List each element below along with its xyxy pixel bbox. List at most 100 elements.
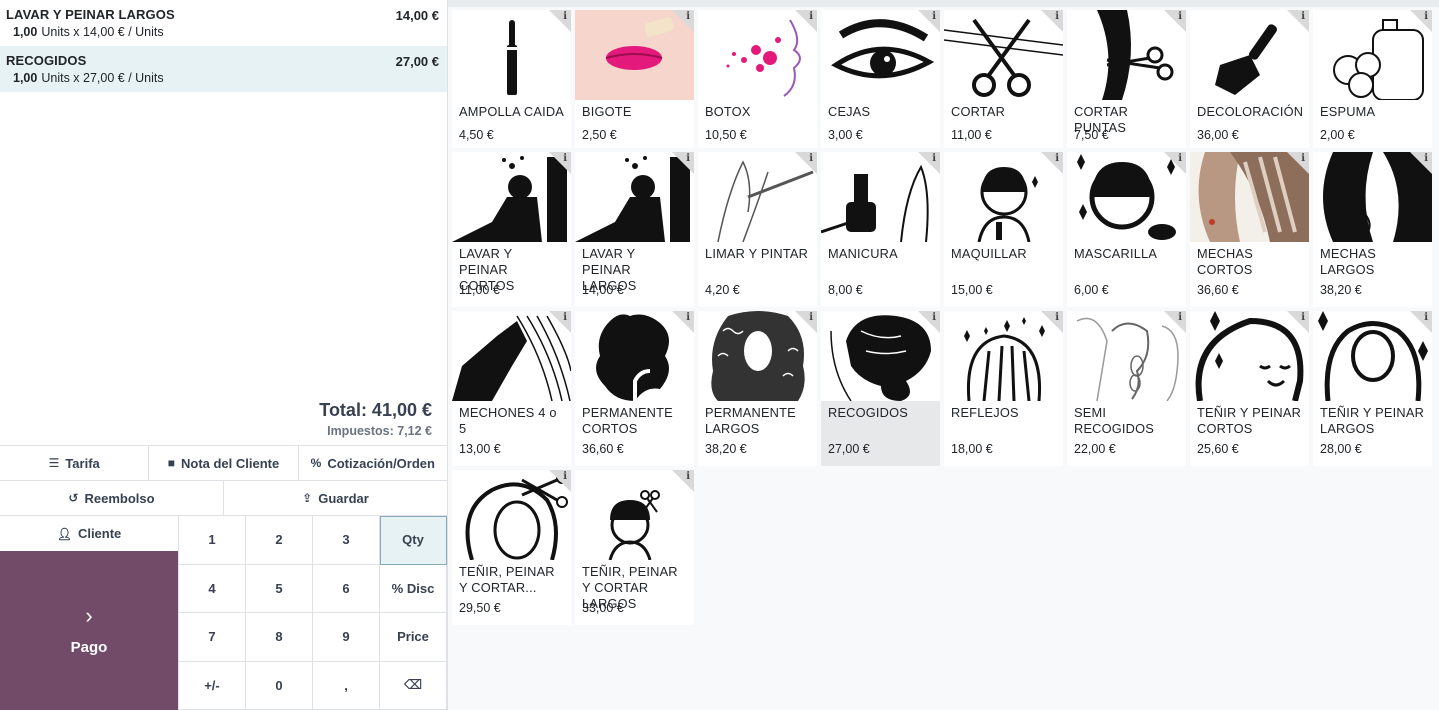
info-corner[interactable] xyxy=(1410,10,1432,32)
info-corner[interactable] xyxy=(672,311,694,333)
info-icon[interactable]: i xyxy=(686,11,690,22)
product-card[interactable]: i ESPUMA 2,00 € xyxy=(1313,10,1432,148)
quotation-button[interactable]: % Cotización/Orden xyxy=(299,446,447,480)
numpad-2[interactable]: 2 xyxy=(246,516,313,565)
info-corner[interactable] xyxy=(549,311,571,333)
product-card[interactable]: i CEJAS 3,00 € xyxy=(821,10,940,148)
info-corner[interactable] xyxy=(1041,311,1063,333)
info-icon[interactable]: i xyxy=(1301,153,1305,164)
product-card[interactable]: i TEÑIR, PEINAR Y CORTAR... 29,50 € xyxy=(452,470,571,625)
customer-button[interactable]: 👤︎ Cliente xyxy=(0,516,178,551)
numpad-decimal[interactable]: , xyxy=(313,661,380,710)
payment-button[interactable]: › Pago xyxy=(0,551,178,710)
info-corner[interactable] xyxy=(1164,152,1186,174)
product-card[interactable]: i BOTOX 10,50 € xyxy=(698,10,817,148)
product-card[interactable]: i CORTAR 11,00 € xyxy=(944,10,1063,148)
product-card[interactable]: i REFLEJOS 18,00 € xyxy=(944,311,1063,466)
info-icon[interactable]: i xyxy=(686,471,690,482)
info-corner[interactable] xyxy=(672,10,694,32)
product-card[interactable]: i LAVAR Y PEINAR CORTOS 11,00 € xyxy=(452,152,571,307)
info-corner[interactable] xyxy=(1041,10,1063,32)
info-icon[interactable]: i xyxy=(1055,153,1059,164)
info-corner[interactable] xyxy=(1164,311,1186,333)
numpad-0[interactable]: 0 xyxy=(246,661,313,710)
info-corner[interactable] xyxy=(795,311,817,333)
info-icon[interactable]: i xyxy=(1178,312,1182,323)
refund-button[interactable]: ↺ Reembolso xyxy=(0,481,224,515)
info-icon[interactable]: i xyxy=(563,471,567,482)
save-button[interactable]: ⇪ Guardar xyxy=(224,481,447,515)
product-card[interactable]: i RECOGIDOS 27,00 € xyxy=(821,311,940,466)
info-icon[interactable]: i xyxy=(1301,312,1305,323)
product-card[interactable]: i DECOLORACIÓN 36,00 € xyxy=(1190,10,1309,148)
info-corner[interactable] xyxy=(795,10,817,32)
info-icon[interactable]: i xyxy=(1424,11,1428,22)
info-corner[interactable] xyxy=(1410,311,1432,333)
info-icon[interactable]: i xyxy=(932,153,936,164)
product-card[interactable]: i LIMAR Y PINTAR 4,20 € xyxy=(698,152,817,307)
product-card[interactable]: i BIGOTE 2,50 € xyxy=(575,10,694,148)
info-icon[interactable]: i xyxy=(932,312,936,323)
info-icon[interactable]: i xyxy=(1424,153,1428,164)
info-icon[interactable]: i xyxy=(686,153,690,164)
product-card[interactable]: i CORTAR PUNTAS 7,50 € xyxy=(1067,10,1186,148)
product-card[interactable]: i MAQUILLAR 15,00 € xyxy=(944,152,1063,307)
info-corner[interactable] xyxy=(1164,10,1186,32)
numpad-9[interactable]: 9 xyxy=(313,613,380,662)
product-card[interactable]: i AMPOLLA CAIDA 4,50 € xyxy=(452,10,571,148)
numpad-backspace[interactable]: ⌫ xyxy=(380,661,447,710)
numpad-qty[interactable]: Qty xyxy=(380,516,447,565)
info-corner[interactable] xyxy=(795,152,817,174)
info-icon[interactable]: i xyxy=(563,11,567,22)
info-corner[interactable] xyxy=(1287,10,1309,32)
product-card[interactable]: i SEMI RECOGIDOS 22,00 € xyxy=(1067,311,1186,466)
product-card[interactable]: i PERMANENTE CORTOS 36,60 € xyxy=(575,311,694,466)
info-corner[interactable] xyxy=(672,152,694,174)
order-line-selected[interactable]: RECOGIDOS 27,00 € 1,00 Units x 27,00 € / … xyxy=(0,46,447,92)
numpad-4[interactable]: 4 xyxy=(179,564,246,613)
info-icon[interactable]: i xyxy=(809,153,813,164)
product-card[interactable]: i MANICURA 8,00 € xyxy=(821,152,940,307)
info-icon[interactable]: i xyxy=(809,312,813,323)
info-icon[interactable]: i xyxy=(809,11,813,22)
tarifa-button[interactable]: ☰ Tarifa xyxy=(0,446,150,480)
product-card[interactable]: i LAVAR Y PEINAR LARGOS 14,00 € xyxy=(575,152,694,307)
info-corner[interactable] xyxy=(918,152,940,174)
info-corner[interactable] xyxy=(1041,152,1063,174)
info-corner[interactable] xyxy=(918,10,940,32)
customer-note-button[interactable]: ■ Nota del Cliente xyxy=(149,446,299,480)
info-corner[interactable] xyxy=(549,10,571,32)
info-corner[interactable] xyxy=(1410,152,1432,174)
info-icon[interactable]: i xyxy=(1301,11,1305,22)
info-icon[interactable]: i xyxy=(1055,11,1059,22)
numpad-3[interactable]: 3 xyxy=(313,516,380,565)
order-line[interactable]: LAVAR Y PEINAR LARGOS 14,00 € 1,00 Units … xyxy=(0,0,447,46)
info-icon[interactable]: i xyxy=(1178,11,1182,22)
info-icon[interactable]: i xyxy=(563,153,567,164)
product-card[interactable]: i MECHAS LARGOS 38,20 € xyxy=(1313,152,1432,307)
info-icon[interactable]: i xyxy=(1055,312,1059,323)
info-corner[interactable] xyxy=(918,311,940,333)
numpad-5[interactable]: 5 xyxy=(246,564,313,613)
numpad-discount[interactable]: % Disc xyxy=(380,564,447,613)
info-corner[interactable] xyxy=(549,152,571,174)
product-card[interactable]: i PERMANENTE LARGOS 38,20 € xyxy=(698,311,817,466)
numpad-sign[interactable]: +/- xyxy=(179,661,246,710)
numpad-price[interactable]: Price xyxy=(380,613,447,662)
numpad-1[interactable]: 1 xyxy=(179,516,246,565)
info-icon[interactable]: i xyxy=(686,312,690,323)
product-card[interactable]: i TEÑIR, PEINAR Y CORTAR LARGOS 33,00 € xyxy=(575,470,694,625)
product-card[interactable]: i MECHONES 4 o 5 13,00 € xyxy=(452,311,571,466)
info-corner[interactable] xyxy=(1287,152,1309,174)
info-corner[interactable] xyxy=(549,470,571,492)
product-card[interactable]: i MASCARILLA 6,00 € xyxy=(1067,152,1186,307)
info-icon[interactable]: i xyxy=(563,312,567,323)
info-icon[interactable]: i xyxy=(1424,312,1428,323)
numpad-8[interactable]: 8 xyxy=(246,613,313,662)
product-card[interactable]: i MECHAS CORTOS 36,60 € xyxy=(1190,152,1309,307)
info-icon[interactable]: i xyxy=(932,11,936,22)
product-card[interactable]: i TEÑIR Y PEINAR CORTOS 25,60 € xyxy=(1190,311,1309,466)
numpad-7[interactable]: 7 xyxy=(179,613,246,662)
numpad-6[interactable]: 6 xyxy=(313,564,380,613)
info-corner[interactable] xyxy=(1287,311,1309,333)
